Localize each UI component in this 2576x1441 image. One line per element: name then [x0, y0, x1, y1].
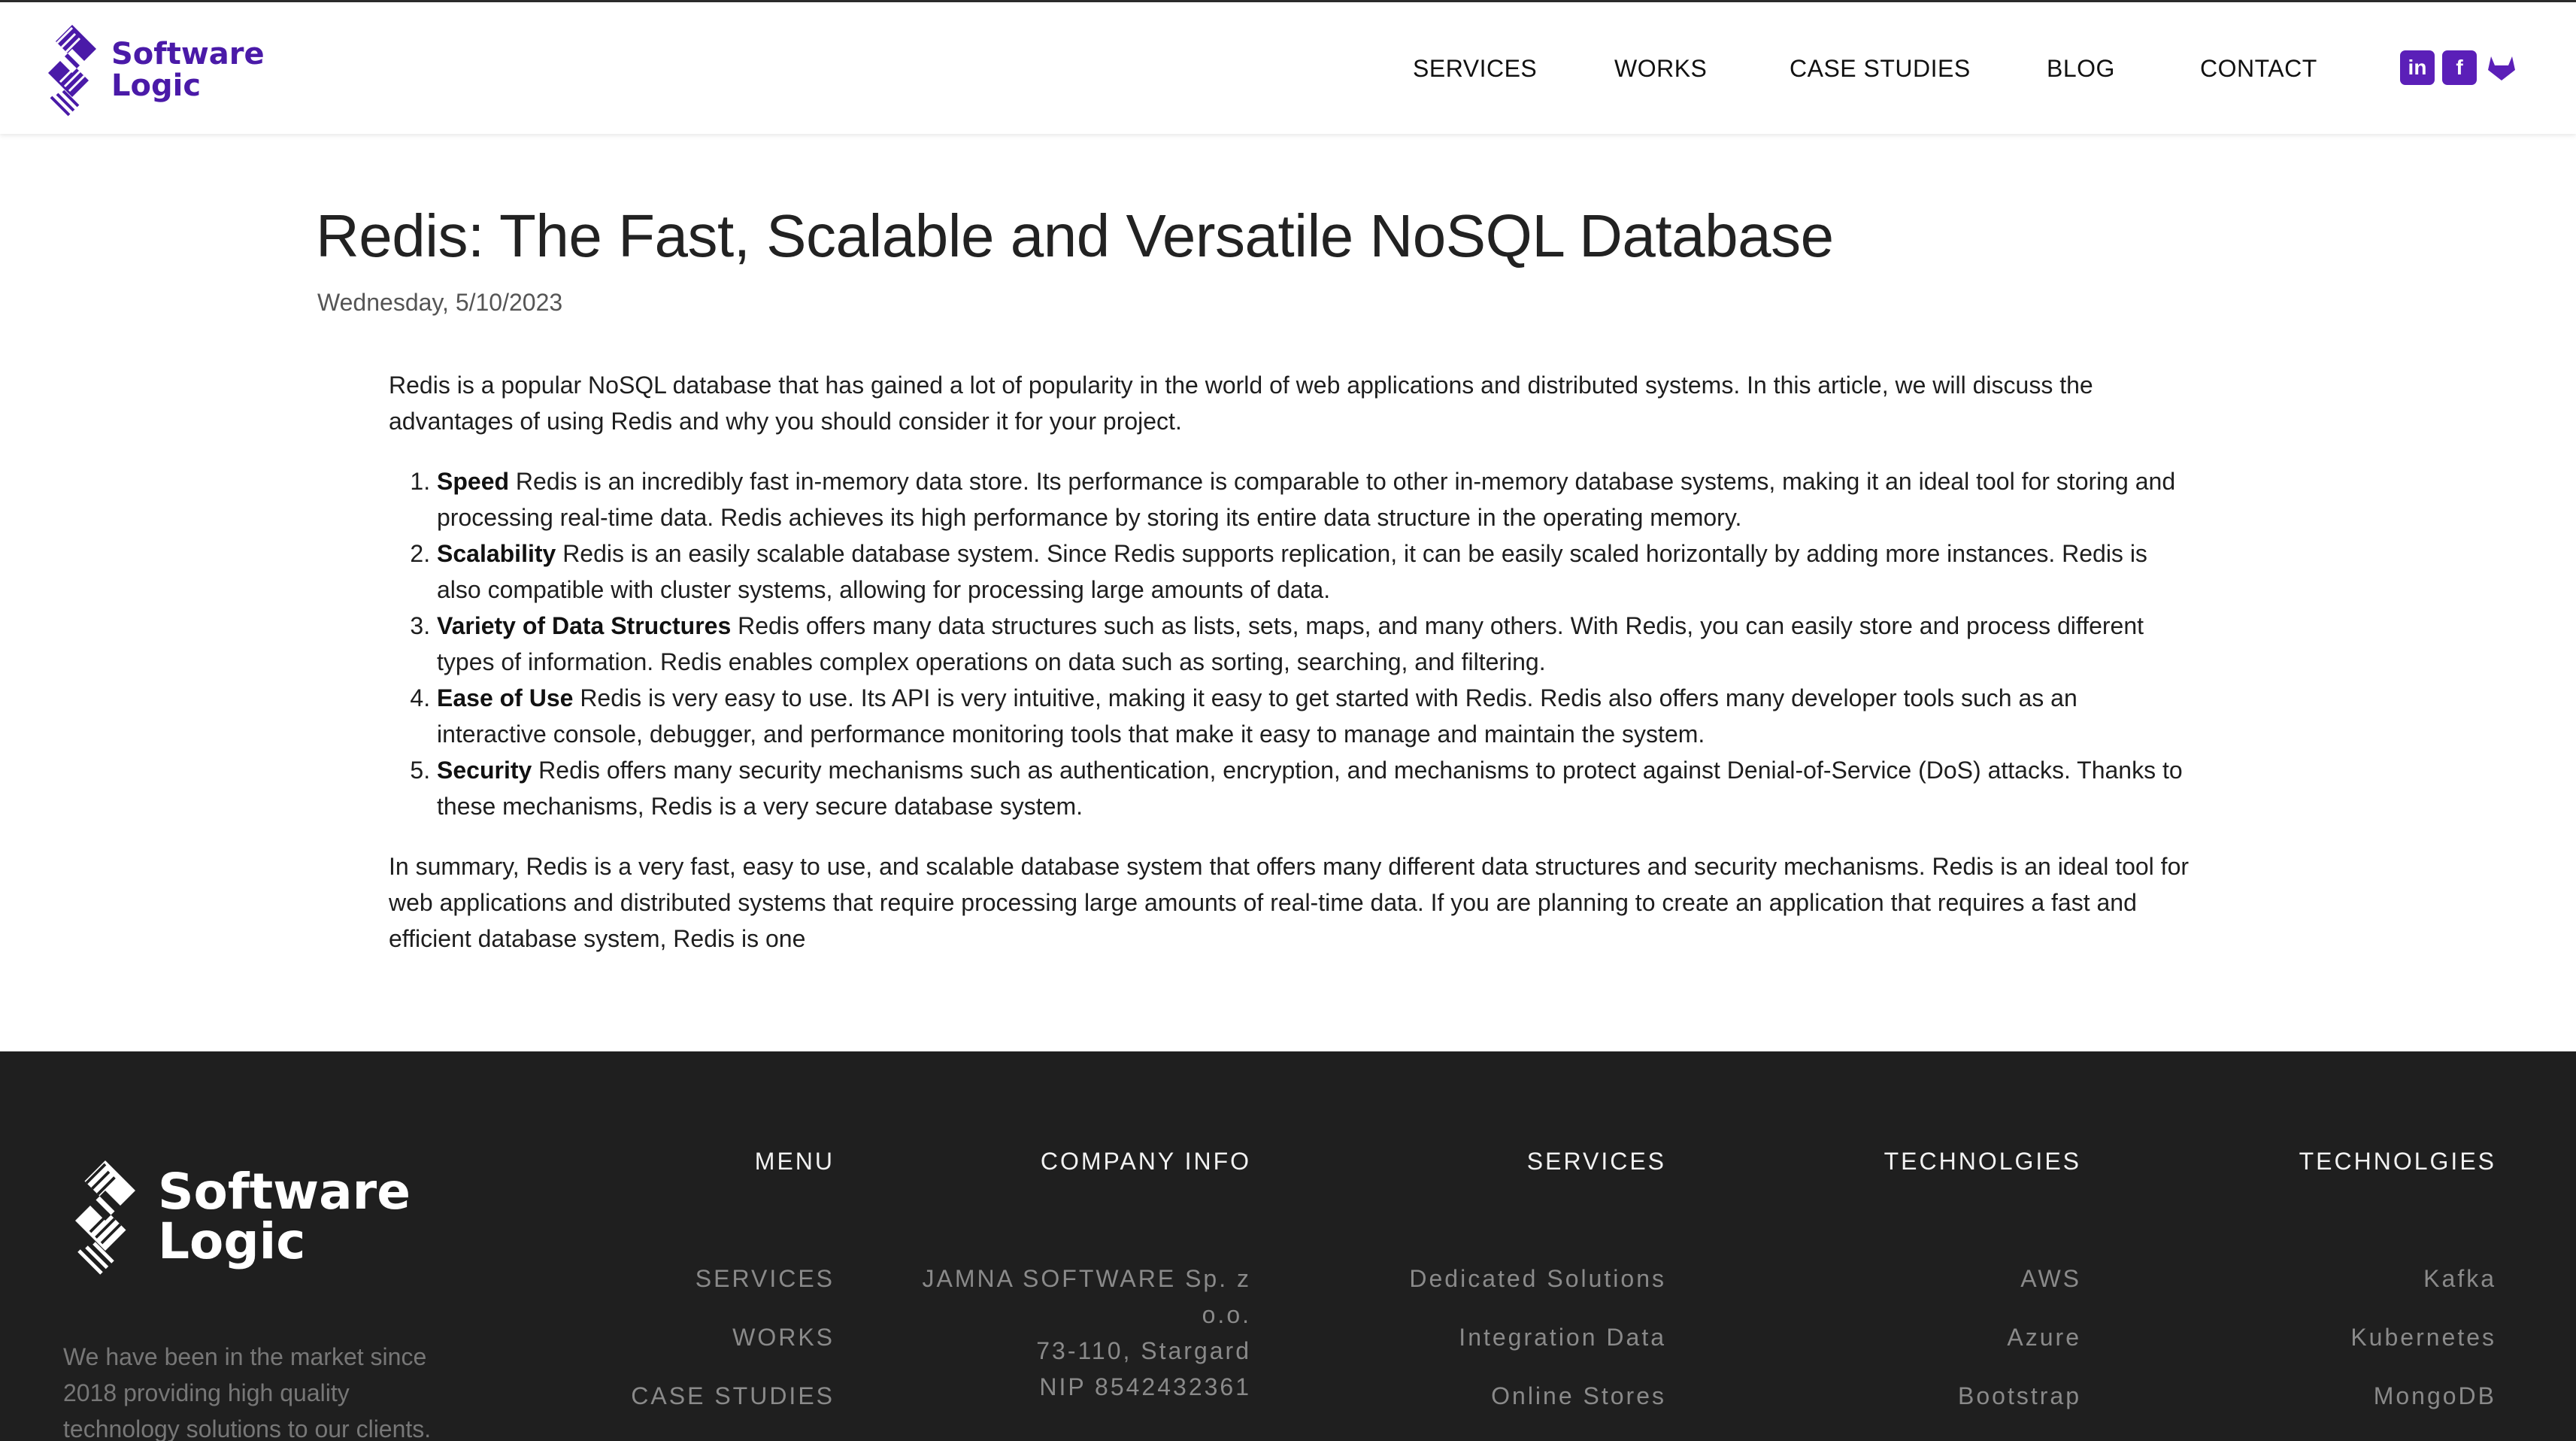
footer-service-integration[interactable]: Integration Data: [1409, 1319, 1666, 1355]
list-item-term: Ease of Use: [437, 684, 574, 711]
logo-line-2: Logic: [111, 68, 202, 103]
footer-services-column: SERVICES Dedicated Solutions Integration…: [1409, 1143, 1666, 1436]
company-nip: NIP 8542432361: [1039, 1373, 1251, 1400]
list-item-term: Variety of Data Structures: [437, 612, 732, 639]
footer-tech-heading-2: TECHNOLGIES: [2299, 1148, 2496, 1175]
software-logic-logo-icon: [48, 25, 96, 117]
nav-contact[interactable]: CONTACT: [2200, 46, 2317, 91]
nav-works[interactable]: WORKS: [1614, 46, 1707, 91]
article-summary: In summary, Redis is a very fast, easy t…: [389, 853, 2190, 952]
social-links: in f: [2400, 50, 2519, 85]
site-header: Software Logic SERVICES WORKS CASE STUDI…: [0, 0, 2576, 134]
list-item: Ease of Use Redis is very easy to use. I…: [437, 680, 2193, 752]
footer-menu-services[interactable]: SERVICES: [631, 1260, 835, 1297]
list-item-text: Redis is very easy to use. Its API is ve…: [437, 684, 2077, 748]
nav-services[interactable]: SERVICES: [1413, 46, 1537, 91]
footer-tech-heading-1: TECHNOLGIES: [1884, 1148, 2081, 1175]
footer-about-text: We have been in the market since 2018 pr…: [63, 1343, 432, 1441]
site-footer: Software Logic We have been in the marke…: [0, 1051, 2576, 1441]
footer-tech-kubernetes[interactable]: Kubernetes: [2299, 1319, 2496, 1355]
footer-menu-heading: MENU: [754, 1148, 835, 1175]
site-logo[interactable]: Software Logic: [42, 22, 265, 118]
article-body: Redis is a popular NoSQL database that h…: [389, 367, 2193, 981]
facebook-icon[interactable]: f: [2442, 50, 2477, 85]
footer-logo-wordmark: Software Logic: [158, 1167, 411, 1267]
footer-service-dedicated[interactable]: Dedicated Solutions: [1409, 1260, 1666, 1297]
footer-tech-azure[interactable]: Azure: [1884, 1319, 2081, 1355]
footer-tech-bootstrap[interactable]: Bootstrap: [1884, 1378, 2081, 1414]
gitlab-icon[interactable]: [2484, 50, 2519, 85]
footer-company-heading: COMPANY INFO: [1040, 1148, 1251, 1175]
list-item-term: Security: [437, 757, 532, 784]
footer-tech-mongodb[interactable]: MongoDB: [2299, 1378, 2496, 1414]
company-address: 73-110, Stargard: [1036, 1337, 1251, 1364]
footer-menu-column: MENU SERVICES WORKS CASE STUDIES: [631, 1143, 835, 1436]
nav-case-studies[interactable]: CASE STUDIES: [1790, 46, 1971, 91]
list-item-term: Speed: [437, 468, 510, 495]
linkedin-icon[interactable]: in: [2400, 50, 2435, 85]
software-logic-logo-icon: [75, 1160, 135, 1275]
list-item: Security Redis offers many security mech…: [437, 752, 2193, 824]
footer-services-heading: SERVICES: [1526, 1148, 1666, 1175]
list-item: Scalability Redis is an easily scalable …: [437, 535, 2193, 608]
footer-logo-line-1: Software: [158, 1163, 411, 1221]
article-intro: Redis is a popular NoSQL database that h…: [389, 372, 2093, 435]
company-name-line-2: o.o.: [1202, 1301, 1251, 1328]
footer-service-online-stores[interactable]: Online Stores: [1409, 1378, 1666, 1414]
nav-blog[interactable]: BLOG: [2047, 46, 2115, 91]
footer-tech-column-2: TECHNOLGIES Kafka Kubernetes MongoDB: [2299, 1143, 2496, 1436]
logo-wordmark: Software Logic: [111, 38, 265, 102]
list-item: Speed Redis is an incredibly fast in-mem…: [437, 463, 2193, 535]
article-title: Redis: The Fast, Scalable and Versatile …: [316, 202, 1834, 269]
list-item-term: Scalability: [437, 540, 556, 567]
list-item-text: Redis offers many security mechanisms su…: [437, 757, 2183, 820]
logo-line-1: Software: [111, 37, 265, 71]
list-item-text: Redis is an incredibly fast in-memory da…: [437, 468, 2176, 531]
footer-menu-works[interactable]: WORKS: [631, 1319, 835, 1355]
list-item: Variety of Data Structures Redis offers …: [437, 608, 2193, 680]
footer-tech-aws[interactable]: AWS: [1884, 1260, 2081, 1297]
footer-logo-line-2: Logic: [158, 1212, 306, 1270]
article-date: Wednesday, 5/10/2023: [317, 289, 563, 316]
footer-company-column: COMPANY INFO JAMNA SOFTWARE Sp. z o.o. 7…: [922, 1143, 1251, 1405]
company-name-line-1: JAMNA SOFTWARE Sp. z: [922, 1265, 1251, 1292]
list-item-text: Redis is an easily scalable database sys…: [437, 540, 2147, 603]
advantages-list: Speed Redis is an incredibly fast in-mem…: [437, 463, 2193, 824]
footer-tech-column-1: TECHNOLGIES AWS Azure Bootstrap: [1884, 1143, 2081, 1436]
footer-tech-kafka[interactable]: Kafka: [2299, 1260, 2496, 1297]
footer-logo[interactable]: Software Logic: [68, 1157, 411, 1277]
footer-menu-case-studies[interactable]: CASE STUDIES: [631, 1378, 835, 1414]
